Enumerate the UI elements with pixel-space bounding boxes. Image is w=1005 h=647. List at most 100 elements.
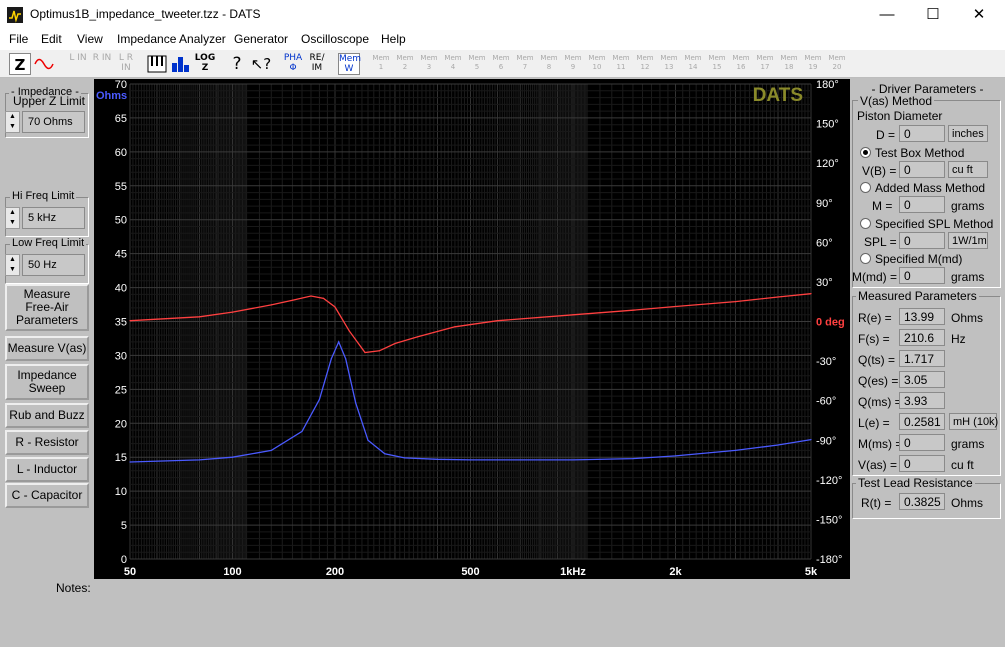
capacitor-button[interactable]: C - Capacitor — [5, 483, 89, 508]
close-button[interactable]: ✕ — [956, 0, 1002, 30]
specified-mmd-label[interactable]: Specified M(md) — [875, 252, 962, 266]
param-label: F(s) = — [858, 332, 890, 346]
piston-diameter-unit[interactable]: inches — [948, 125, 988, 142]
y-tick-label: 60 — [115, 147, 127, 159]
vb-input[interactable]: 0 — [899, 161, 945, 178]
memory-slot-10-button[interactable]: Mem 10 — [587, 54, 607, 74]
memory-slot-20-button[interactable]: Mem 20 — [827, 54, 847, 74]
test-box-label[interactable]: Test Box Method — [875, 146, 964, 160]
hi-freq-value[interactable]: 5 kHz — [22, 207, 85, 229]
help-icon[interactable]: ? — [226, 53, 248, 75]
menu-edit[interactable]: Edit — [41, 32, 62, 46]
menu-oscilloscope[interactable]: Oscilloscope — [301, 32, 369, 46]
memory-slot-12-button[interactable]: Mem 12 — [635, 54, 655, 74]
memory-slot-8-button[interactable]: Mem 8 — [539, 54, 559, 74]
memory-slot-14-button[interactable]: Mem 14 — [683, 54, 703, 74]
memory-slot-16-button[interactable]: Mem 16 — [731, 54, 751, 74]
spl-input[interactable]: 0 — [899, 232, 945, 249]
resistor-button[interactable]: R - Resistor — [5, 430, 89, 455]
data-point — [632, 457, 634, 460]
menu-file[interactable]: File — [9, 32, 28, 46]
y2-tick-label: 60° — [816, 237, 833, 249]
test-box-radio[interactable] — [860, 147, 871, 158]
memory-slot-5-button[interactable]: Mem 5 — [467, 54, 487, 74]
memory-slot-6-button[interactable]: Mem 6 — [491, 54, 511, 74]
param-value: 210.6 — [899, 329, 945, 346]
low-freq-value[interactable]: 50 Hz — [22, 254, 85, 276]
data-point — [330, 358, 332, 360]
maximize-button[interactable]: ☐ — [910, 0, 956, 30]
memory-slot-13-button[interactable]: Mem 13 — [659, 54, 679, 74]
memory-slot-11-button[interactable]: Mem 11 — [611, 54, 631, 74]
data-point — [572, 459, 574, 461]
upper-z-value[interactable]: 70 Ohms — [22, 111, 85, 133]
inductor-button[interactable]: L - Inductor — [5, 457, 89, 482]
param-unit: Hz — [951, 332, 966, 346]
specified-spl-radio[interactable] — [860, 218, 871, 229]
low-freq-spin-buttons[interactable]: ▲ ▼ — [5, 254, 20, 276]
memory-slot-15-button[interactable]: Mem 15 — [707, 54, 727, 74]
generator-wave-icon[interactable] — [33, 53, 55, 75]
data-point — [810, 293, 812, 295]
data-point — [345, 358, 347, 360]
data-point — [364, 351, 366, 354]
measure-vas-button[interactable]: Measure V(as) — [5, 336, 89, 361]
data-point — [270, 304, 272, 306]
measured-parameters-label: Measured Parameters — [856, 289, 979, 303]
specified-spl-label[interactable]: Specified SPL Method — [875, 217, 993, 231]
memory-write-button[interactable]: Mem W — [338, 53, 361, 75]
phase-button[interactable]: PHA Φ — [282, 53, 304, 75]
minimize-button[interactable]: — — [864, 0, 910, 30]
data-point — [355, 402, 357, 404]
mmd-input[interactable]: 0 — [899, 267, 945, 284]
bar-graph-icon[interactable] — [170, 53, 192, 75]
memory-slot-9-button[interactable]: Mem 9 — [563, 54, 583, 74]
impedance-sweep-button[interactable]: Impedance Sweep — [5, 364, 89, 400]
specified-mmd-radio[interactable] — [860, 253, 871, 264]
added-mass-radio[interactable] — [860, 182, 871, 193]
real-imag-button[interactable]: RE/ IM — [306, 53, 328, 75]
memory-slot-3-button[interactable]: Mem 3 — [419, 54, 439, 74]
m-input[interactable]: 0 — [899, 196, 945, 213]
vas-method-label: V(as) Method — [858, 94, 935, 108]
y-axis-label: Ohms — [96, 90, 127, 102]
upper-z-spin-buttons[interactable]: ▲ ▼ — [5, 111, 20, 133]
param-label: M(ms) = — [858, 437, 903, 451]
memory-slot-7-button[interactable]: Mem 7 — [515, 54, 535, 74]
lr-input-button[interactable]: L R IN — [115, 53, 137, 75]
param-value: 3.05 — [899, 371, 945, 388]
param-value: 3.93 — [899, 392, 945, 409]
right-input-button[interactable]: R IN — [91, 53, 113, 75]
context-help-icon[interactable]: ↖? — [250, 53, 272, 75]
param-unit: Ohms — [951, 311, 984, 325]
menu-help[interactable]: Help — [381, 32, 406, 46]
vb-unit[interactable]: cu ft — [948, 161, 988, 178]
rub-and-buzz-button[interactable]: Rub and Buzz — [5, 403, 89, 428]
measure-free-air-button[interactable]: Measure Free-Air Parameters — [5, 284, 89, 331]
mmd-label: M(md) = — [852, 270, 897, 284]
hi-freq-stepper[interactable]: ▲ ▼ 5 kHz — [5, 207, 85, 229]
m-unit: grams — [951, 199, 985, 213]
impedance-mode-icon[interactable]: Z — [9, 53, 31, 75]
added-mass-label[interactable]: Added Mass Method — [875, 181, 985, 195]
memory-slot-18-button[interactable]: Mem 18 — [779, 54, 799, 74]
memory-slot-17-button[interactable]: Mem 17 — [755, 54, 775, 74]
low-freq-stepper[interactable]: ▲ ▼ 50 Hz — [5, 254, 85, 276]
hi-freq-spin-buttons[interactable]: ▲ ▼ — [5, 207, 20, 229]
memory-slot-1-button[interactable]: Mem 1 — [371, 54, 391, 74]
data-point — [734, 449, 737, 452]
menu-view[interactable]: View — [77, 32, 103, 46]
menu-generator[interactable]: Generator — [234, 32, 288, 46]
data-point — [310, 295, 312, 297]
spl-unit[interactable]: 1W/1m — [948, 232, 988, 249]
left-input-button[interactable]: L IN — [67, 53, 89, 75]
piston-diameter-input[interactable]: 0 — [899, 125, 945, 142]
memory-slot-2-button[interactable]: Mem 2 — [395, 54, 415, 74]
log-z-button[interactable]: LOG Z — [194, 53, 216, 75]
x-tick-label: 1kHz — [560, 566, 586, 578]
memory-slot-4-button[interactable]: Mem 4 — [443, 54, 463, 74]
piano-keys-icon[interactable] — [146, 53, 168, 75]
menu-impedance-analyzer[interactable]: Impedance Analyzer — [117, 32, 226, 46]
memory-slot-19-button[interactable]: Mem 19 — [803, 54, 823, 74]
upper-z-stepper[interactable]: ▲ ▼ 70 Ohms — [5, 111, 85, 133]
